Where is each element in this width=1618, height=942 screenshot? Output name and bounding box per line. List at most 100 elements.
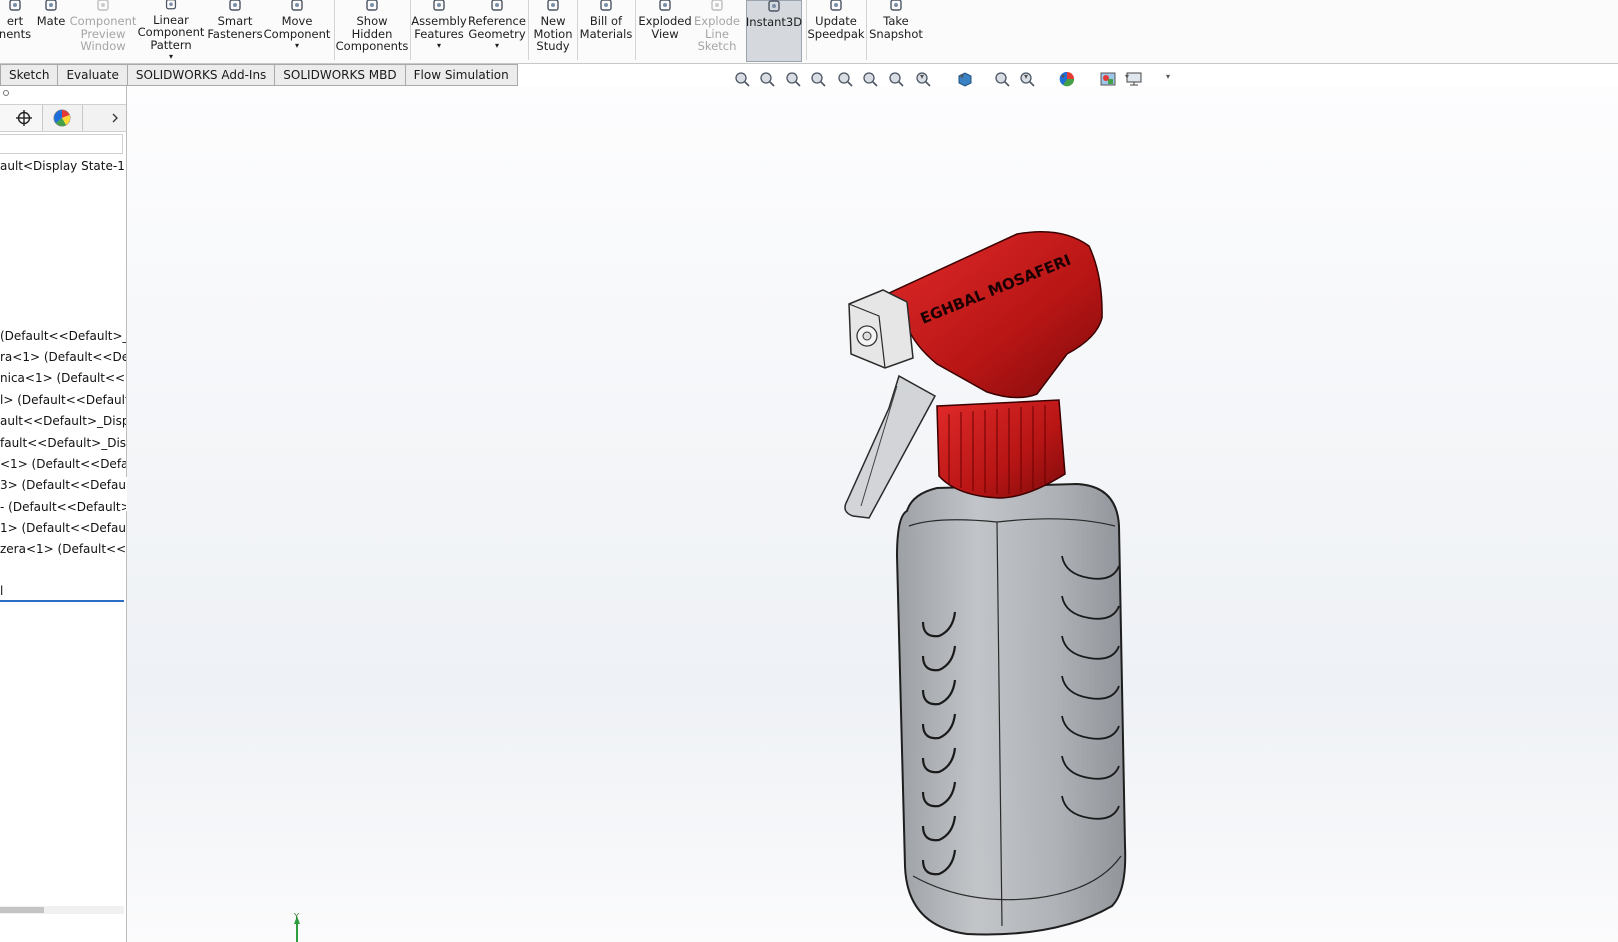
- ribbon-separator: [528, 0, 529, 60]
- tree-item-last[interactable]: l: [0, 584, 3, 598]
- command-manager-tabs: Sketch Evaluate SOLIDWORKS Add-Ins SOLID…: [0, 64, 518, 86]
- reference-triad: Y X Z: [293, 912, 323, 942]
- scrollbar-thumb[interactable]: [0, 907, 44, 913]
- tree-item[interactable]: zera<1> (Default<<Defa: [0, 542, 126, 556]
- configuration-manager-tab-icon[interactable]: [15, 109, 33, 127]
- bom-icon: [600, 0, 612, 11]
- tree-item[interactable]: l> (Default<<Default>_D: [0, 393, 126, 407]
- explode-line-sketch-label: Explode Line Sketch: [694, 14, 740, 53]
- mate-button[interactable]: Mate: [36, 0, 66, 62]
- apply-scene-icon[interactable]: [1099, 70, 1117, 88]
- linear-pattern-icon: [165, 0, 177, 10]
- instant3d-icon: [768, 0, 780, 12]
- move-component-button[interactable]: Move Component ▾: [263, 0, 331, 62]
- component-preview-window-button[interactable]: Component Preview Window: [69, 0, 137, 62]
- tab-solidworks-mbd[interactable]: SOLIDWORKS MBD: [275, 64, 406, 86]
- panel-tab-strip: [0, 104, 126, 132]
- zoom-in-out-icon[interactable]: [784, 70, 802, 88]
- tree-item[interactable]: ra<1> (Default<<Defaul: [0, 350, 126, 364]
- paperclip-icon: [45, 0, 57, 11]
- reference-geometry-icon: [491, 0, 503, 11]
- feature-manager-panel: ault<Display State-1>) (Default<<Default…: [0, 86, 127, 942]
- smart-fasteners-label: Smart Fasteners: [207, 14, 263, 41]
- zoom-to-fit-icon[interactable]: [733, 70, 751, 88]
- tree-item[interactable]: <1> (Default<<Default>_: [0, 457, 126, 471]
- tab-solidworks-add-ins[interactable]: SOLIDWORKS Add-Ins: [127, 64, 276, 86]
- dropdown-arrow-icon[interactable]: ▾: [295, 41, 299, 51]
- bill-of-materials-label: Bill of Materials: [579, 14, 633, 41]
- update-speedpak-label: Update Speedpak: [807, 14, 865, 41]
- chevron-down-icon[interactable]: ▾: [920, 72, 924, 81]
- tree-item[interactable]: ault<<Default>_Display: [0, 414, 126, 428]
- assembly-features-icon: [433, 0, 445, 11]
- mate-label: Mate: [36, 14, 66, 28]
- chevron-down-icon[interactable]: ▾: [1166, 72, 1170, 81]
- instant3d-button[interactable]: Instant3D: [746, 0, 802, 62]
- dropdown-arrow-icon[interactable]: ▾: [495, 41, 499, 51]
- show-hidden-components-button[interactable]: Show Hidden Components: [335, 0, 409, 62]
- spray-bottle-model[interactable]: EGHBAL MOSAFERI: [827, 226, 1147, 942]
- new-motion-study-label: New Motion Study: [533, 14, 573, 53]
- dropdown-arrow-icon[interactable]: ▾: [437, 41, 441, 51]
- ribbon-separator: [635, 0, 636, 60]
- tree-item[interactable]: fault<<Default>_Display: [0, 436, 126, 450]
- instant3d-label: Instant3D: [745, 15, 803, 29]
- chevron-down-icon[interactable]: ▾: [1024, 72, 1028, 81]
- bill-of-materials-button[interactable]: Bill of Materials: [579, 0, 633, 62]
- exploded-view-button[interactable]: Exploded View: [638, 0, 692, 62]
- component-preview-window-label: Component Preview Window: [69, 14, 137, 53]
- update-speedpak-button[interactable]: Update Speedpak: [807, 0, 865, 62]
- insert-components-label: ert nents: [0, 14, 32, 41]
- explode-line-sketch-button[interactable]: Explode Line Sketch: [693, 0, 741, 62]
- normal-to-icon[interactable]: [993, 70, 1011, 88]
- tree-item[interactable]: - (Default<<Default>_Dis: [0, 500, 126, 514]
- smart-fasteners-button[interactable]: Smart Fasteners: [207, 0, 263, 62]
- tab-sketch[interactable]: Sketch: [0, 64, 59, 86]
- fastener-icon: [229, 0, 241, 11]
- bottle-cap-collar: [936, 399, 1066, 499]
- dropdown-arrow-icon[interactable]: ▾: [169, 52, 173, 62]
- horizontal-scrollbar[interactable]: [0, 906, 124, 914]
- svg-text:Y: Y: [293, 912, 299, 921]
- zoom-to-area-icon[interactable]: [758, 70, 776, 88]
- move-component-label: Move Component: [263, 14, 331, 41]
- pin-icon[interactable]: [2, 89, 10, 97]
- exploded-view-label: Exploded View: [638, 14, 692, 41]
- chevron-down-icon[interactable]: ▾: [1061, 72, 1065, 81]
- section-view-icon[interactable]: [836, 70, 854, 88]
- chevron-down-icon[interactable]: ▾: [960, 72, 964, 81]
- take-snapshot-button[interactable]: Take Snapshot: [869, 0, 923, 62]
- chevron-right-icon[interactable]: [110, 113, 120, 123]
- assembly-features-button[interactable]: Assembly Features ▾: [411, 0, 467, 62]
- reference-geometry-button[interactable]: Reference Geometry ▾: [468, 0, 526, 62]
- dynamic-annotation-icon[interactable]: [861, 70, 879, 88]
- rollback-bar[interactable]: [0, 600, 124, 602]
- tree-item[interactable]: 3> (Default<<Default>_D: [0, 478, 126, 492]
- display-style-icon[interactable]: [956, 70, 974, 88]
- previous-view-icon[interactable]: [809, 70, 827, 88]
- view-settings-icon[interactable]: [887, 70, 905, 88]
- new-motion-study-button[interactable]: New Motion Study: [533, 0, 573, 62]
- chevron-down-icon[interactable]: ▾: [1125, 72, 1129, 81]
- tree-display-state[interactable]: ault<Display State-1>): [0, 159, 126, 173]
- command-manager-ribbon: ert nents Mate Component Preview Window Lin…: [0, 0, 1618, 64]
- tree-item[interactable]: 1> (Default<<Default>_D: [0, 521, 126, 535]
- tree-item[interactable]: nica<1> (Default<<Defau: [0, 371, 126, 385]
- show-hidden-components-label: Show Hidden Components: [335, 14, 409, 53]
- speedpak-icon: [830, 0, 842, 11]
- linear-component-pattern-button[interactable]: Linear Component Pattern ▾: [138, 0, 204, 62]
- insert-components-button[interactable]: ert nents: [0, 0, 32, 62]
- insert-components-icon: [9, 0, 21, 11]
- graphics-viewport[interactable]: EGHBAL MOSAFERI Y X Z: [127, 86, 1618, 942]
- assembly-features-label: Assembly Features: [411, 14, 467, 41]
- exploded-view-icon: [659, 0, 671, 11]
- ribbon-separator: [410, 0, 411, 60]
- camera-icon: [890, 0, 902, 11]
- tab-evaluate[interactable]: Evaluate: [58, 64, 128, 86]
- tree-item[interactable]: (Default<<Default>_Disp: [0, 329, 126, 343]
- tab-flow-simulation[interactable]: Flow Simulation: [405, 64, 518, 86]
- ribbon-separator: [866, 0, 867, 60]
- ribbon-separator: [334, 0, 335, 60]
- ribbon-separator: [806, 0, 807, 60]
- tree-filter-input[interactable]: [0, 134, 123, 154]
